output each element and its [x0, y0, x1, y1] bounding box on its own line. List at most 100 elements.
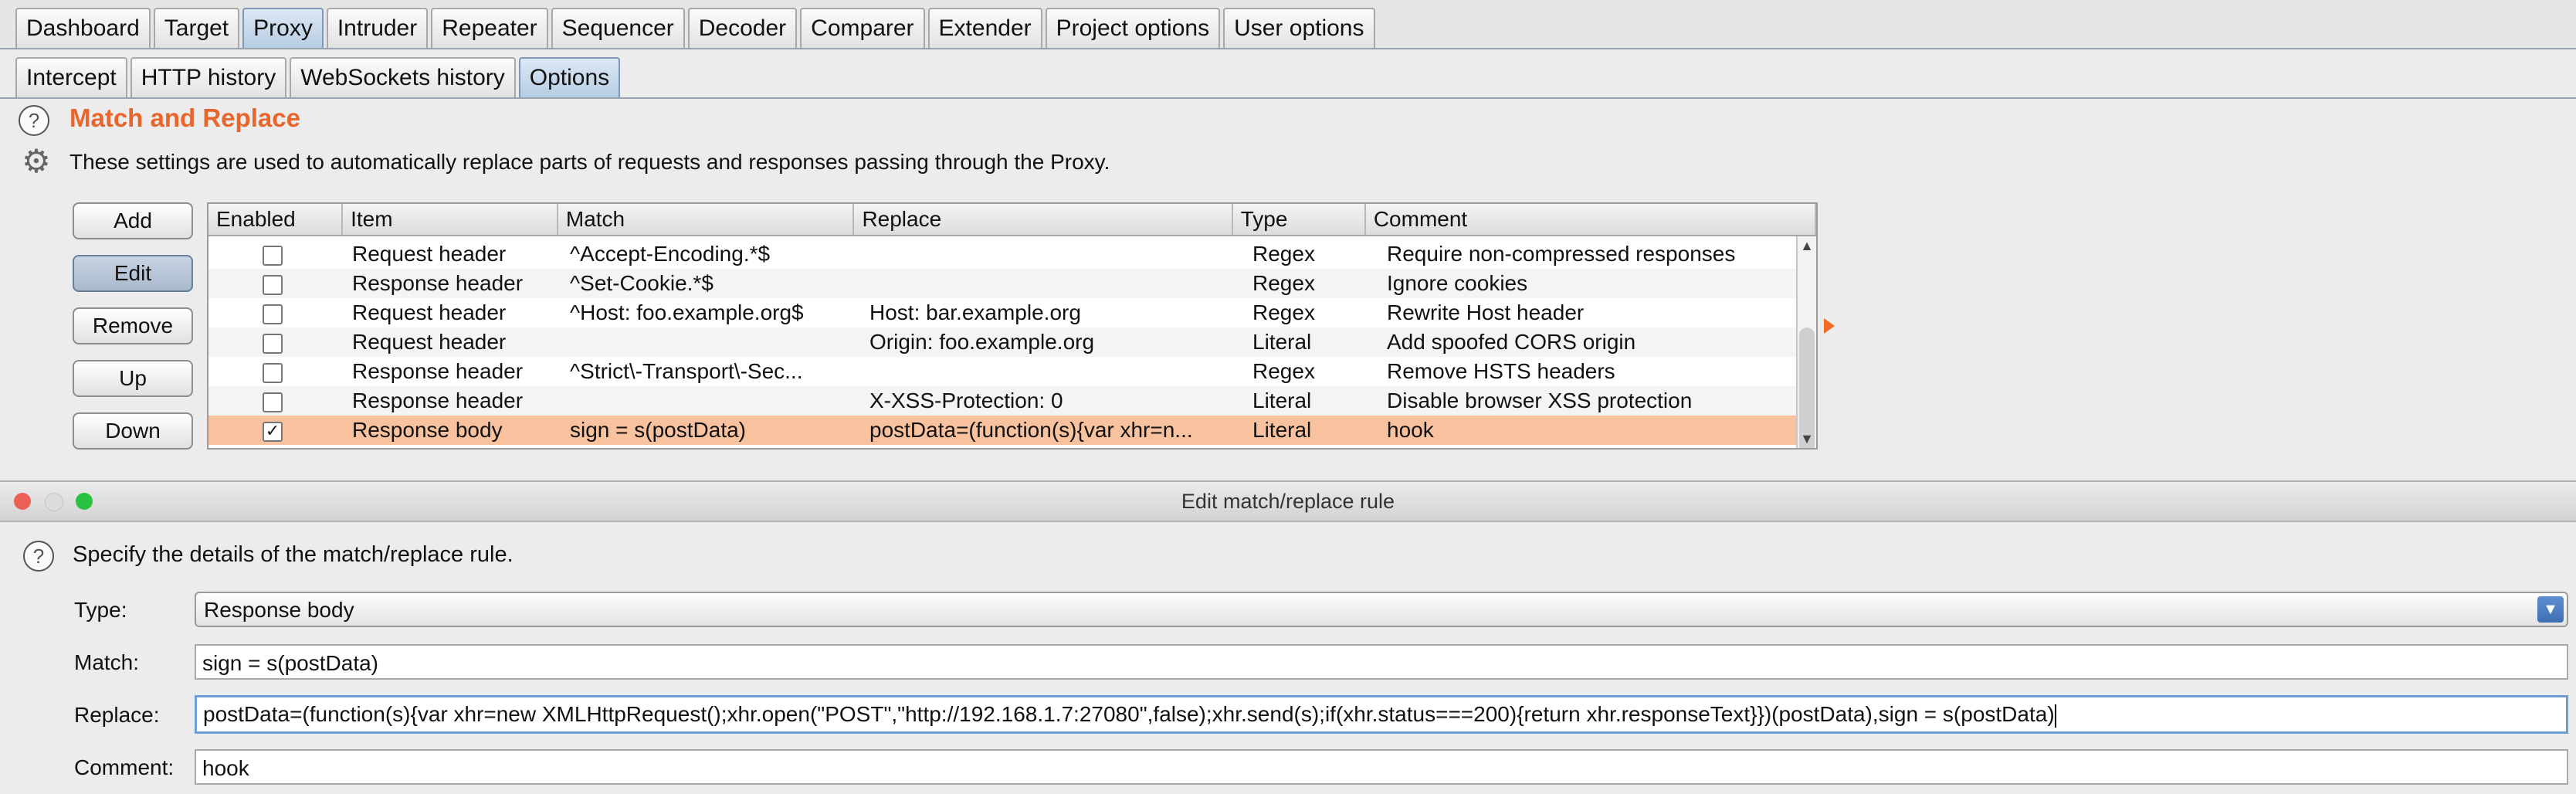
rules-table: Enabled Item Match Replace Type Comment …: [207, 202, 1818, 450]
table-row[interactable]: Request header Origin: foo.example.org Lit…: [208, 327, 1816, 357]
comment-field[interactable]: hook: [195, 749, 2568, 785]
table-scrollbar[interactable]: ▲ ▼: [1796, 236, 1816, 448]
table-body: Request header ^Accept-Encoding.*$ Regex Re…: [208, 239, 1816, 445]
replace-cell: Origin: foo.example.org: [869, 330, 1095, 354]
type-select[interactable]: Response body ▼: [195, 592, 2568, 627]
question-circle-icon[interactable]: ?: [19, 105, 49, 136]
section-description: These settings are used to automatically…: [69, 150, 1110, 174]
enabled-cell: [208, 269, 344, 298]
replace-cell: [862, 357, 1245, 386]
type-cell: Regex: [1252, 242, 1315, 266]
column-header-type[interactable]: Type: [1233, 204, 1366, 235]
column-header-item[interactable]: Item: [343, 204, 558, 235]
enabled-cell: [208, 386, 344, 416]
item-cell: Response body: [352, 418, 503, 442]
table-row[interactable]: Request header ^Host: foo.example.org$ Hos…: [208, 298, 1816, 327]
comment-cell: hook: [1387, 418, 1434, 442]
match-cell: [562, 327, 862, 357]
match-cell: [562, 386, 862, 416]
remove-button[interactable]: Remove: [73, 307, 193, 344]
column-header-replace[interactable]: Replace: [854, 204, 1233, 235]
item-cell: Request header: [352, 300, 507, 324]
tab-repeater[interactable]: Repeater: [431, 8, 548, 48]
comment-cell: Add spoofed CORS origin: [1387, 330, 1636, 354]
tab-intruder[interactable]: Intruder: [326, 8, 429, 48]
checkbox-icon[interactable]: [263, 304, 283, 324]
match-cell: ^Set-Cookie.*$: [570, 271, 713, 295]
checkbox-icon[interactable]: [263, 274, 283, 295]
item-cell: Response header: [352, 359, 524, 383]
tab-comparer[interactable]: Comparer: [800, 8, 925, 48]
replace-cell: X-XSS-Protection: 0: [869, 389, 1063, 412]
table-row[interactable]: ✓ Response body sign = s(postData) postData…: [208, 416, 1816, 445]
enabled-cell: [208, 298, 344, 327]
gear-icon[interactable]: ⚙: [19, 144, 54, 179]
dialog-title: Edit match/replace rule: [1181, 490, 1395, 513]
section-title: Match and Replace: [69, 103, 300, 132]
checkbox-icon[interactable]: [263, 392, 283, 412]
column-header-enabled[interactable]: Enabled: [208, 204, 344, 235]
tab-user-options[interactable]: User options: [1223, 8, 1375, 48]
replace-cell: [862, 239, 1245, 269]
tab-dashboard[interactable]: Dashboard: [15, 8, 151, 48]
table-row[interactable]: Response header ^Set-Cookie.*$ Regex Ignore…: [208, 269, 1816, 298]
enabled-cell: ✓: [208, 416, 344, 445]
enabled-cell: [208, 239, 344, 269]
tab-sequencer[interactable]: Sequencer: [551, 8, 685, 48]
tab-http-history[interactable]: HTTP history: [130, 57, 287, 97]
checkbox-icon[interactable]: ✓: [263, 421, 283, 442]
match-cell: sign = s(postData): [570, 418, 746, 442]
scroll-up-icon[interactable]: ▲: [1798, 236, 1816, 255]
tab-decoder[interactable]: Decoder: [687, 8, 798, 48]
chevron-down-icon[interactable]: ▼: [2537, 596, 2564, 623]
up-button[interactable]: Up: [73, 360, 193, 397]
table-row[interactable]: Response header ^Strict\-Transport\-Sec..…: [208, 357, 1816, 386]
replace-label: Replace:: [74, 703, 160, 727]
comment-cell: Ignore cookies: [1387, 271, 1528, 295]
table-row[interactable]: Response header X-XSS-Protection: 0 Litera…: [208, 386, 1816, 416]
main-tab-bar: Dashboard Target Proxy Intruder Repeater…: [0, 0, 2576, 49]
type-cell: Regex: [1252, 300, 1315, 324]
tab-extender[interactable]: Extender: [927, 8, 1042, 48]
match-field[interactable]: sign = s(postData): [195, 644, 2568, 680]
tab-options[interactable]: Options: [518, 57, 621, 97]
comment-cell: Rewrite Host header: [1387, 300, 1585, 324]
tab-proxy[interactable]: Proxy: [242, 8, 324, 48]
comment-label: Comment:: [74, 755, 175, 779]
enabled-cell: [208, 327, 344, 357]
match-cell: ^Host: foo.example.org$: [570, 300, 804, 324]
tab-target[interactable]: Target: [153, 8, 240, 48]
tab-websockets-history[interactable]: WebSockets history: [290, 57, 516, 97]
comment-cell: Require non-compressed responses: [1387, 242, 1736, 266]
type-select-value: Response body: [204, 598, 354, 622]
checkbox-icon[interactable]: [263, 362, 283, 383]
item-cell: Response header: [352, 271, 524, 295]
match-cell: ^Accept-Encoding.*$: [570, 242, 771, 266]
proxy-sub-tab-bar: Intercept HTTP history WebSockets histor…: [0, 49, 2576, 99]
replace-cell: postData=(function(s){var xhr=n...: [869, 418, 1193, 442]
comment-cell: Remove HSTS headers: [1387, 359, 1615, 383]
replace-field[interactable]: postData=(function(s){var xhr=new XMLHtt…: [195, 695, 2568, 734]
column-header-match[interactable]: Match: [558, 204, 855, 235]
item-cell: Request header: [352, 242, 507, 266]
edit-button[interactable]: Edit: [73, 255, 193, 292]
type-cell: Regex: [1252, 271, 1315, 295]
scroll-down-icon[interactable]: ▼: [1798, 429, 1816, 448]
enabled-cell: [208, 357, 344, 386]
tab-project-options[interactable]: Project options: [1045, 8, 1221, 48]
question-circle-icon[interactable]: ?: [23, 541, 54, 572]
down-button[interactable]: Down: [73, 412, 193, 450]
tab-intercept[interactable]: Intercept: [15, 57, 127, 97]
type-cell: Literal: [1252, 418, 1312, 442]
collapse-arrow-icon[interactable]: [1824, 318, 1835, 334]
item-cell: Request header: [352, 330, 507, 354]
table-row[interactable]: Request header ^Accept-Encoding.*$ Regex Re…: [208, 239, 1816, 269]
checkbox-icon[interactable]: [263, 333, 283, 354]
text-caret: [2054, 704, 2056, 728]
add-button[interactable]: Add: [73, 202, 193, 239]
replace-field-value: postData=(function(s){var xhr=new XMLHtt…: [203, 702, 2055, 726]
column-header-comment[interactable]: Comment: [1366, 204, 1816, 235]
type-cell: Regex: [1252, 359, 1315, 383]
checkbox-icon[interactable]: [263, 245, 283, 266]
edit-rule-dialog: Edit match/replace rule ? Specify the de…: [0, 480, 2576, 794]
